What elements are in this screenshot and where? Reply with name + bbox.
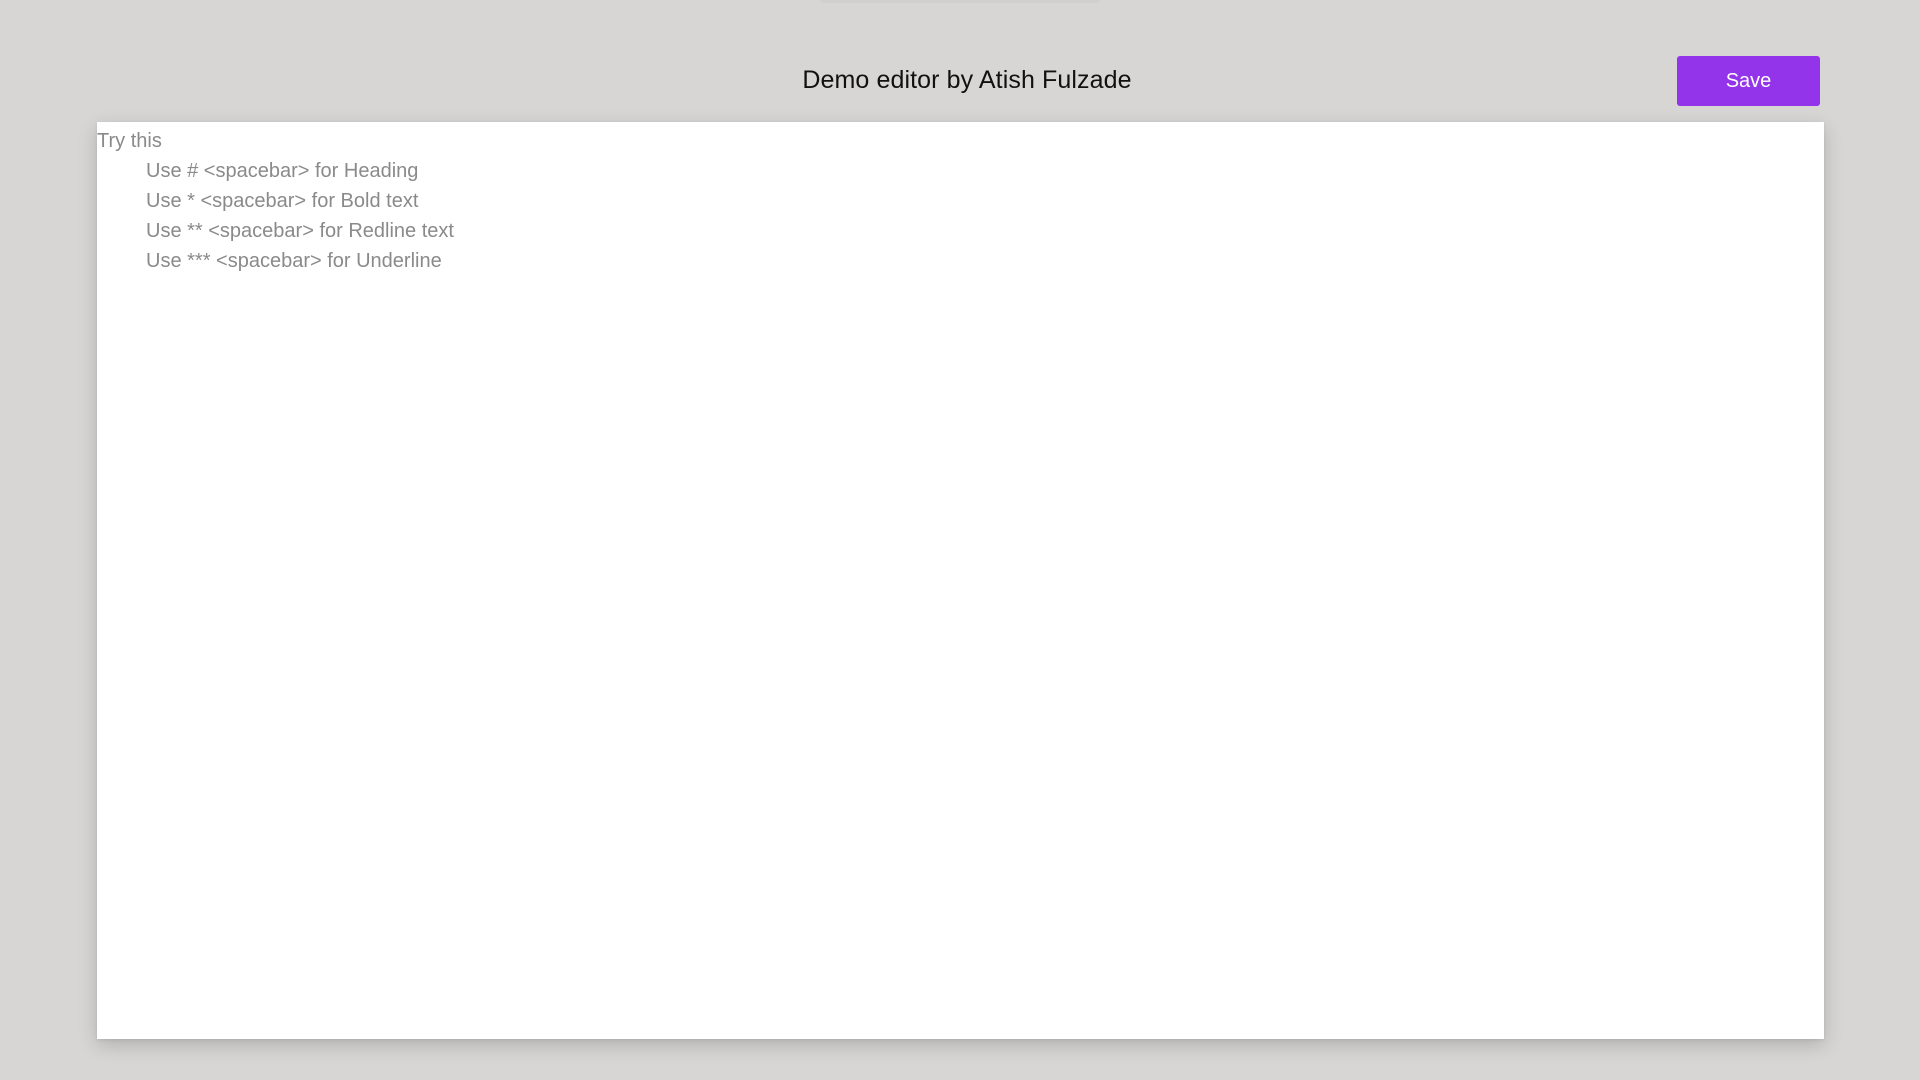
hint-item-bold: Use * <spacebar> for Bold text: [146, 190, 419, 212]
editor-area[interactable]: Try this Use # <spacebar> for Heading Us…: [97, 122, 1824, 1039]
page-title: Demo editor by Atish Fulzade: [802, 66, 1132, 94]
header: Demo editor by Atish Fulzade Save: [0, 0, 1920, 122]
hint-item-heading: Use # <spacebar> for Heading: [146, 160, 419, 182]
hint-item-underline: Use *** <spacebar> for Underline: [146, 250, 442, 272]
hint-list: Use # <spacebar> for Heading Use * <spac…: [146, 156, 454, 276]
save-button[interactable]: Save: [1677, 56, 1820, 106]
hint-heading: Try this: [97, 130, 162, 152]
hint-item-redline: Use ** <spacebar> for Redline text: [146, 220, 454, 242]
